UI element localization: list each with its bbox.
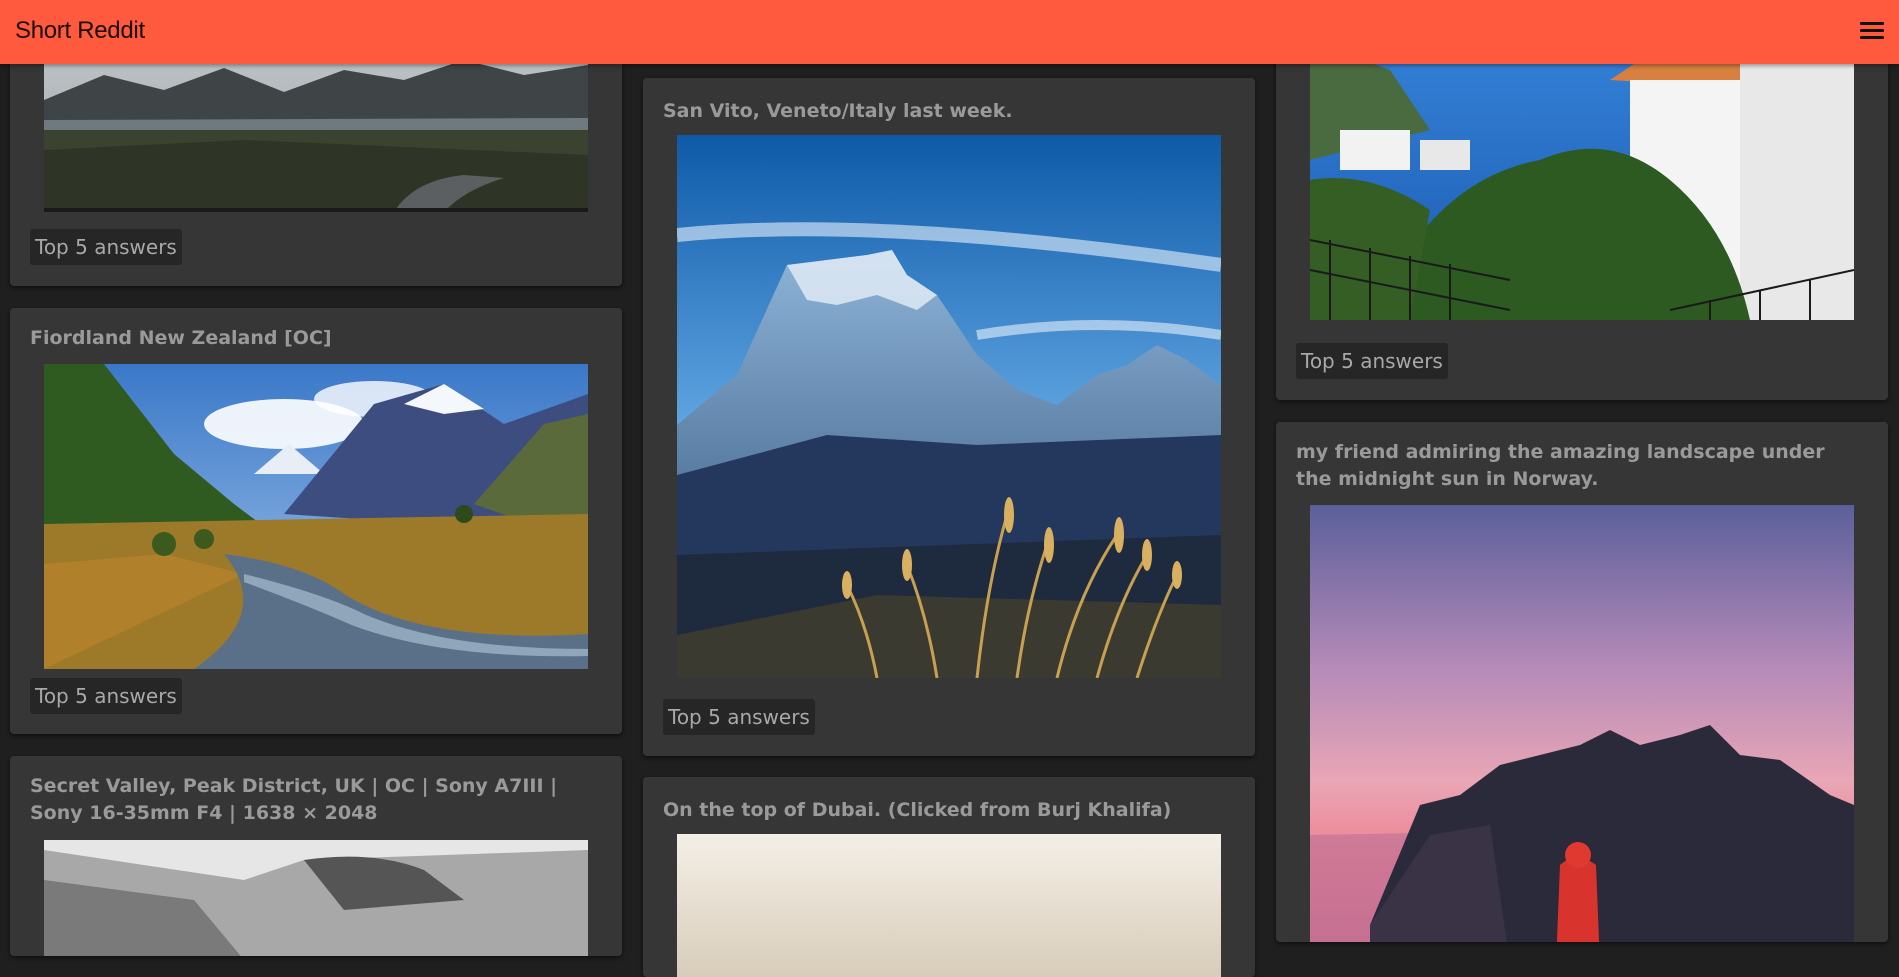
post-image[interactable] xyxy=(1310,505,1854,942)
post-image[interactable] xyxy=(44,364,588,669)
top-answers-button[interactable]: Top 5 answers xyxy=(663,699,815,735)
post-image[interactable] xyxy=(677,834,1221,977)
app-title[interactable]: Short Reddit xyxy=(15,17,145,45)
post-card: Fiordland New Zealand [OC] Top 5 answers xyxy=(10,308,622,734)
hamburger-menu-icon[interactable] xyxy=(1859,20,1885,42)
top-answers-button[interactable]: Top 5 answers xyxy=(30,678,182,714)
post-title[interactable]: San Vito, Veneto/Italy last week. xyxy=(663,98,1223,125)
post-card: my friend admiring the amazing landscape… xyxy=(1276,422,1888,942)
post-title[interactable]: my friend admiring the amazing landscape… xyxy=(1296,439,1856,493)
top-answers-button[interactable]: Top 5 answers xyxy=(30,229,182,265)
post-card: San Vito, Veneto/Italy last week. Top 5 … xyxy=(643,78,1255,756)
app-header: Short Reddit xyxy=(0,0,1899,64)
post-title[interactable]: Fiordland New Zealand [OC] xyxy=(30,325,590,352)
post-image[interactable] xyxy=(44,840,588,956)
post-title[interactable]: On the top of Dubai. (Clicked from Burj … xyxy=(663,797,1223,824)
post-title[interactable]: Secret Valley, Peak District, UK | OC | … xyxy=(30,773,590,827)
post-card: On the top of Dubai. (Clicked from Burj … xyxy=(643,777,1255,977)
post-card: Secret Valley, Peak District, UK | OC | … xyxy=(10,756,622,956)
top-answers-button[interactable]: Top 5 answers xyxy=(1296,343,1448,379)
post-image[interactable] xyxy=(677,135,1221,678)
